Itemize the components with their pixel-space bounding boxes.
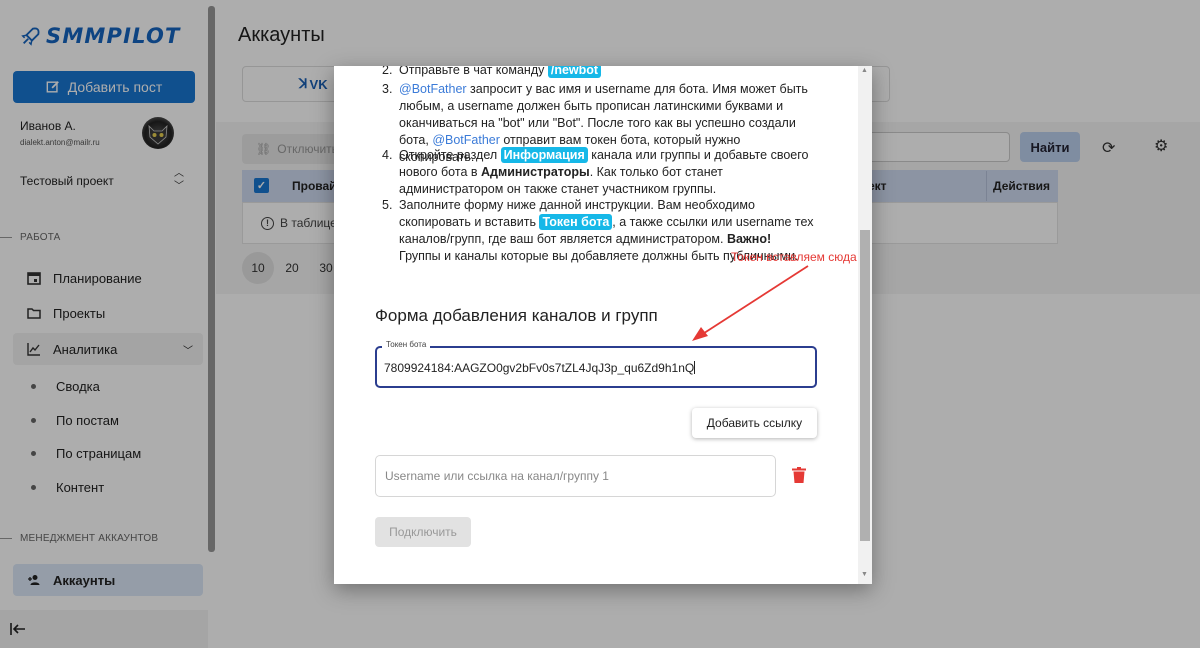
botfather-link[interactable]: @BotFather: [399, 82, 467, 96]
scroll-up-icon[interactable]: ▲: [861, 67, 868, 74]
connect-button[interactable]: Подключить: [375, 517, 471, 547]
step-number: 2.: [382, 66, 393, 77]
info-highlight: Информация: [500, 147, 588, 163]
telegram-connect-dialog: 2. Отправьте в чат команду /newbot 3. @B…: [334, 66, 872, 584]
token-highlight: Токен бота: [539, 214, 613, 230]
step-number: 5.: [382, 198, 393, 212]
channel-link-input[interactable]: Username или ссылка на канал/группу 1: [375, 455, 776, 497]
modal-scrollbar[interactable]: ▲ ▼: [858, 66, 872, 584]
important-bold: Важно!: [726, 232, 772, 246]
instruction-step-2: 2. Отправьте в чат команду /newbot: [382, 66, 602, 79]
add-link-button[interactable]: Добавить ссылку: [692, 408, 817, 438]
bot-token-field[interactable]: Токен бота 7809924184:AAGZO0gv2bFv0s7tZL…: [375, 340, 817, 388]
step-text: Откройте раздел: [399, 148, 501, 162]
trash-icon[interactable]: [792, 467, 806, 483]
form-title: Форма добавления каналов и групп: [375, 306, 658, 325]
text-caret: [694, 361, 696, 374]
step-number: 3.: [382, 82, 393, 96]
annotation-arrow: [692, 265, 809, 341]
step-number: 4.: [382, 148, 393, 162]
botfather-link[interactable]: @BotFather: [432, 133, 500, 147]
scroll-down-icon[interactable]: ▼: [861, 571, 868, 578]
token-value: 7809924184:AAGZO0gv2bFv0s7tZL4JqJ3p_qu6Z…: [384, 361, 696, 375]
token-value-text: 7809924184:AAGZO0gv2bFv0s7tZL4JqJ3p_qu6Z…: [384, 361, 695, 375]
instruction-step-4: 4. Откройте раздел Информация канала или…: [382, 147, 814, 198]
token-field-label: Токен бота: [382, 340, 431, 349]
step-text: Отправьте в чат команду: [399, 66, 548, 77]
command-highlight: /newbot: [547, 66, 602, 78]
admins-bold: Администраторы: [480, 165, 590, 179]
scrollbar-thumb[interactable]: [860, 230, 870, 541]
